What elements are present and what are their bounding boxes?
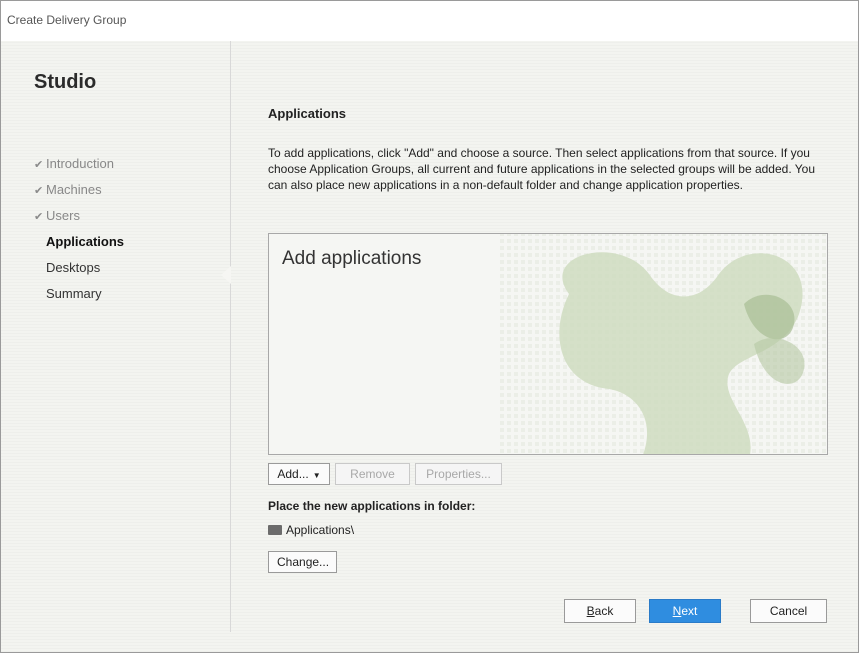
step-applications: Applications [46, 234, 125, 249]
main-content: Applications To add applications, click … [268, 106, 828, 193]
dialog-window: Create Delivery Group Studio ✔ Introducti… [0, 0, 859, 653]
step-users: ✔ Users [34, 203, 124, 229]
wizard-sidebar [1, 41, 231, 652]
chevron-down-icon: ▼ [312, 471, 321, 480]
folder-icon [268, 525, 282, 535]
section-title: Applications [268, 106, 347, 121]
window-title: Create Delivery Group [7, 13, 127, 27]
check-icon: ✔ [34, 159, 44, 171]
folder-label: Place the new applications in folder: [268, 499, 476, 513]
studio-brand: Studio [34, 71, 97, 93]
step-summary: Summary [46, 286, 102, 301]
add-button[interactable]: Add... ▼ [268, 463, 330, 485]
title-bar: Create Delivery Group [1, 1, 858, 41]
cancel-button[interactable]: Cancel [750, 599, 827, 623]
step-desktops: Desktops [46, 260, 101, 275]
sidebar-divider [230, 41, 231, 632]
applications-list-panel[interactable]: Add applications [268, 233, 828, 455]
section-description: To add applications, click "Add" and cho… [268, 146, 816, 192]
remove-button[interactable]: Remove [335, 463, 410, 485]
folder-path: Applications\ [268, 523, 354, 537]
active-step-pointer [221, 266, 231, 284]
wizard-steps: ✔ Introduction ✔ Machines ✔ Users Applicati… [34, 151, 124, 307]
next-button[interactable]: Next [649, 599, 721, 623]
panel-title: Add applications [282, 248, 422, 269]
check-icon: ✔ [34, 211, 44, 223]
check-icon: ✔ [34, 185, 44, 197]
citrix-logo-watermark [499, 234, 827, 454]
step-machines: ✔ Machines [34, 177, 124, 203]
properties-button[interactable]: Properties... [415, 463, 502, 485]
change-folder-button[interactable]: Change... [268, 551, 337, 573]
back-button[interactable]: Back [564, 599, 636, 623]
step-introduction: ✔ Introduction [34, 151, 124, 177]
